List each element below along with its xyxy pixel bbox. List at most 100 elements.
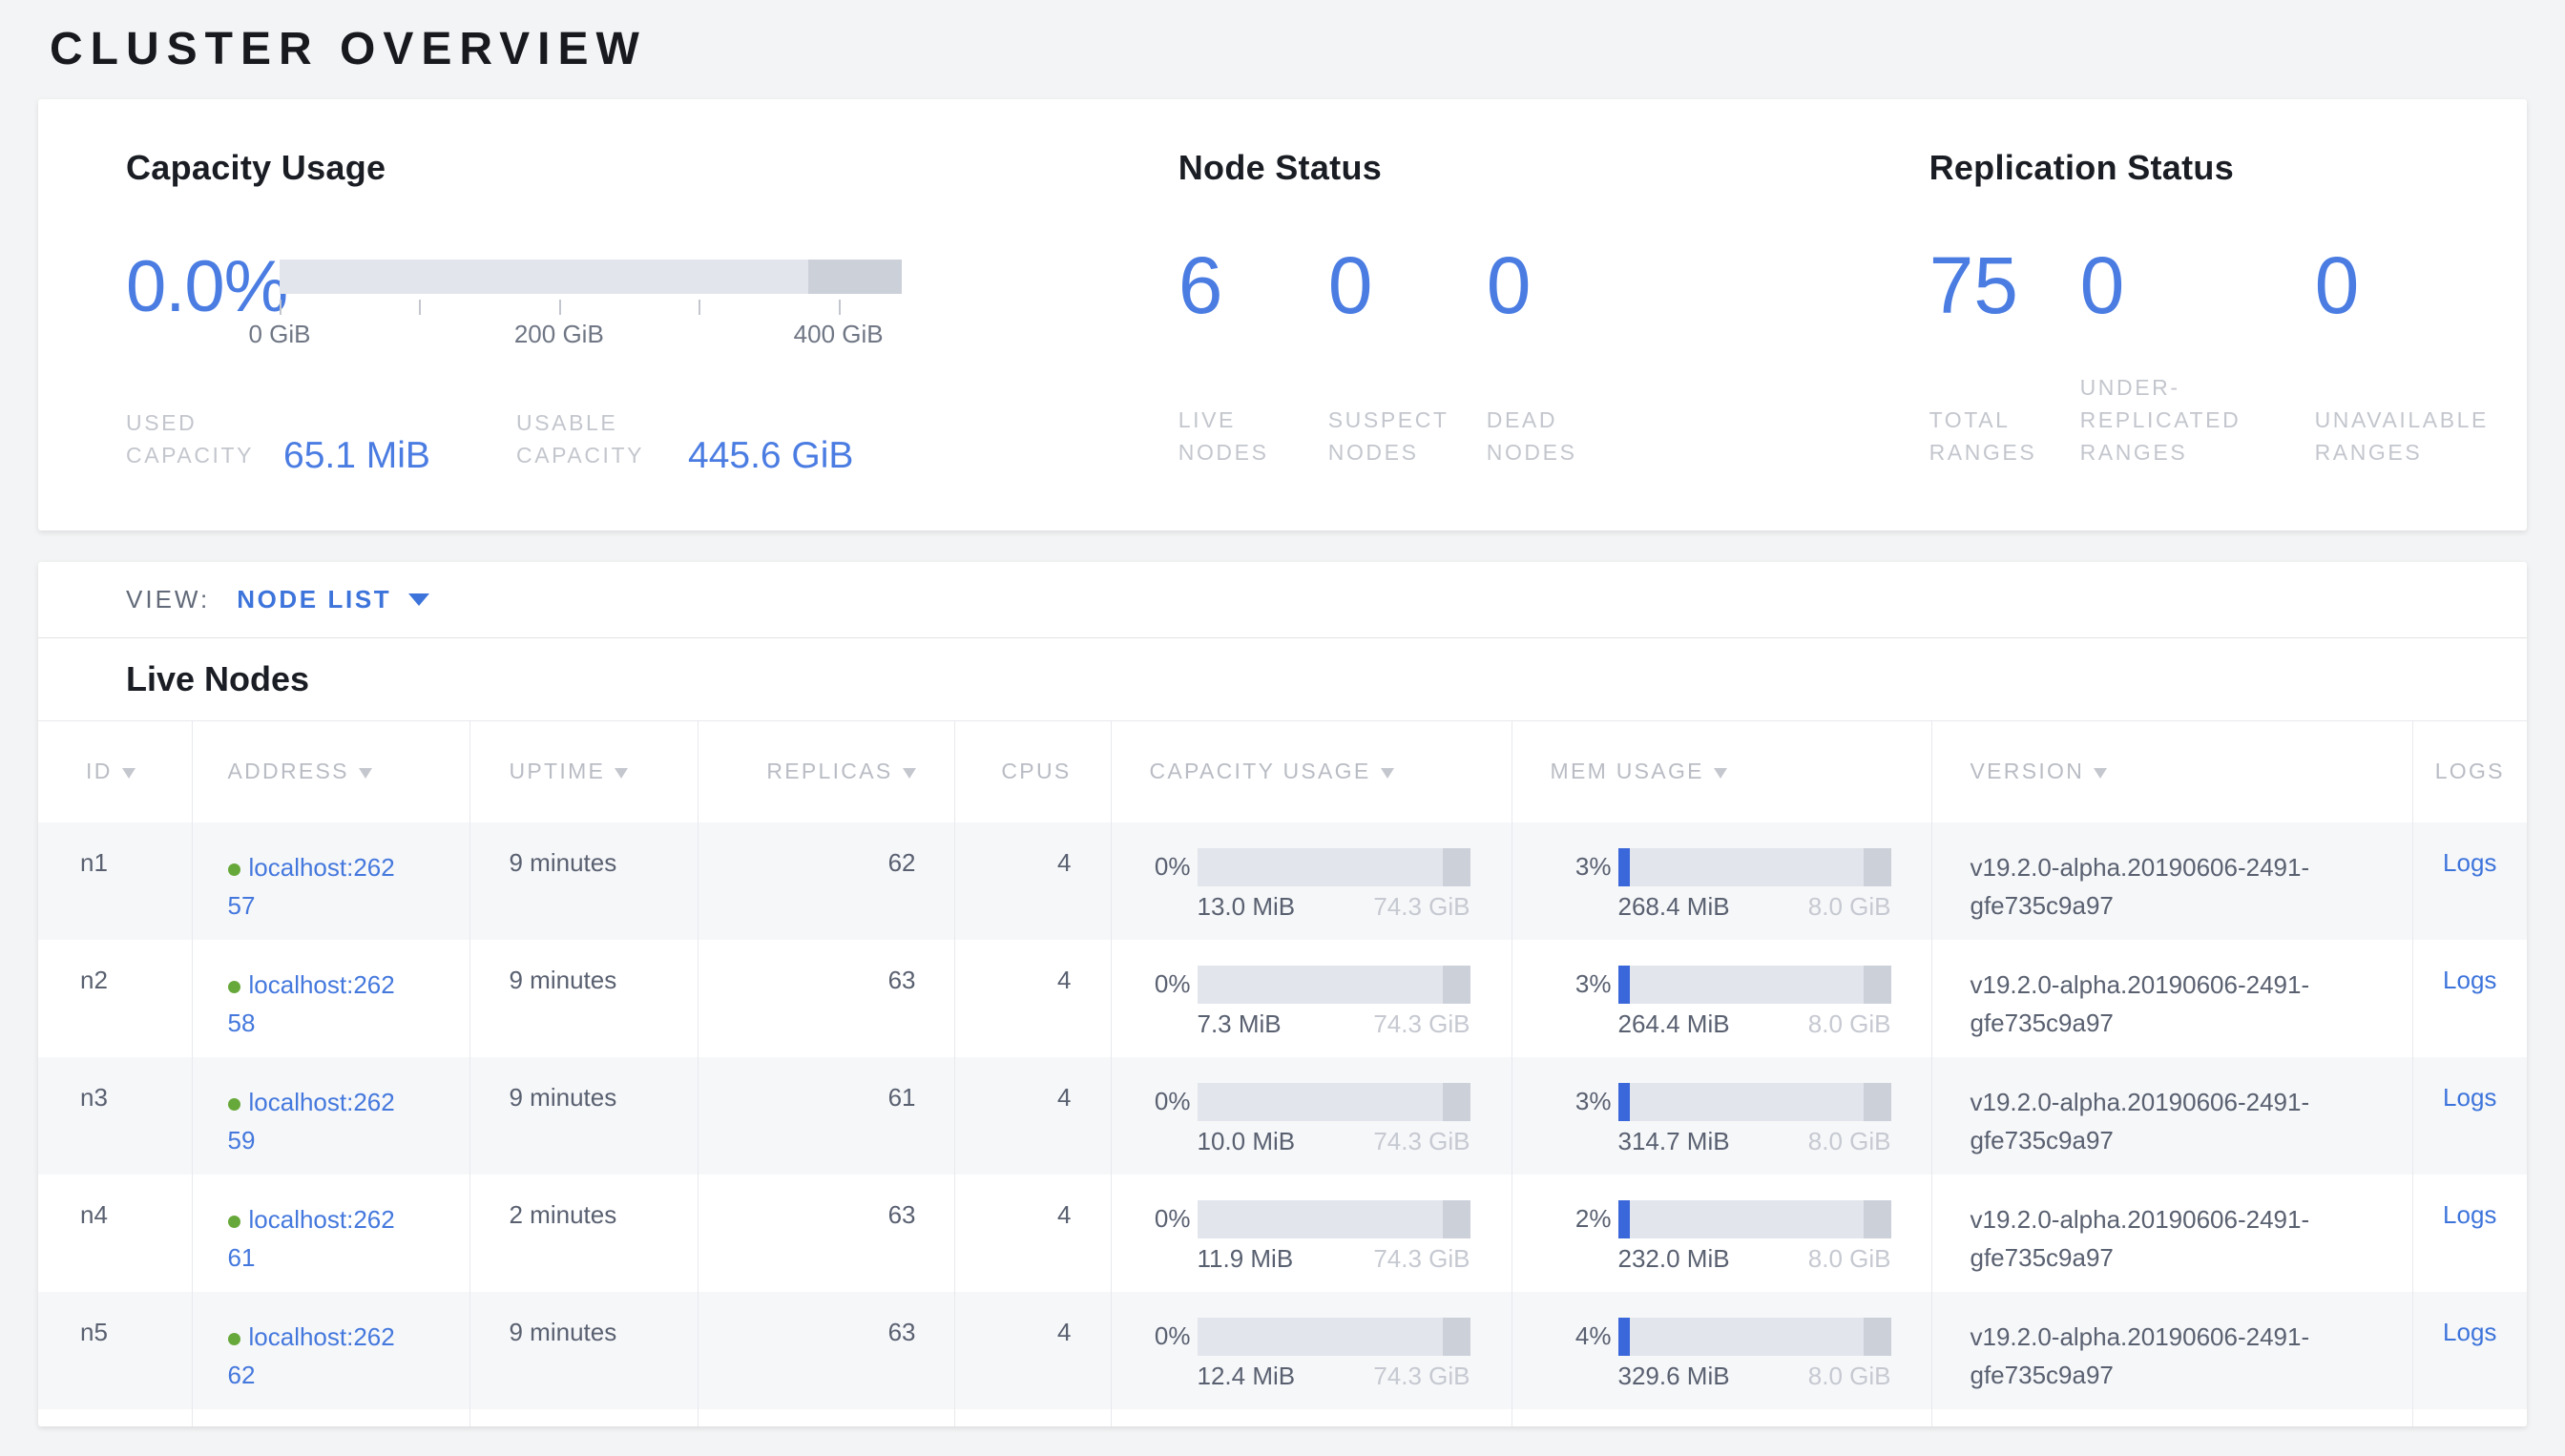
cpus-cell: 4 — [954, 1057, 1111, 1175]
column-header-uptime[interactable]: UPTIME — [469, 721, 698, 822]
capacity-total-value: 74.3 GiB — [1373, 892, 1470, 922]
capacity-total-value: 74.3 GiB — [1373, 1127, 1470, 1156]
replicas-cell: 63 — [698, 940, 954, 1057]
column-header-version[interactable]: VERSION — [1931, 721, 2412, 822]
logs-link[interactable]: Logs — [2443, 1318, 2496, 1346]
usable-capacity-stat: USABLE CAPACITY 445.6 GiB — [516, 406, 853, 471]
table-row: n3 localhost:26259 9 minutes 61 4 0% 10.… — [38, 1057, 2527, 1175]
mem-usage-cell: 3% 268.4 MiB 8.0 GiB — [1512, 822, 1931, 940]
capacity-bar-end-segment — [808, 260, 902, 294]
version-cell: v19.2.0-alpha.20190606-2491-gfe735c9a97 — [1931, 822, 2412, 940]
capacity-total-value: 74.3 GiB — [1373, 1009, 1470, 1039]
node-id-cell: n4 — [38, 1175, 192, 1292]
table-row: n5 localhost:26262 9 minutes 63 4 0% 12.… — [38, 1292, 2527, 1409]
logs-cell: Logs — [2412, 1292, 2527, 1409]
mem-usage-cell: 4% 329.6 MiB 8.0 GiB — [1512, 1292, 1931, 1409]
mem-bar — [1618, 848, 1891, 886]
replication-status-section: Replication Status 75 TOTAL RANGES 0 UND… — [1929, 147, 2489, 530]
capacity-usage-heading: Capacity Usage — [126, 147, 1178, 189]
mem-bar-end-segment — [1864, 848, 1891, 886]
node-address-link[interactable]: localhost:26258 — [228, 966, 402, 1042]
view-bar: VIEW: NODE LIST — [38, 562, 2527, 638]
capacity-axis-ticks — [280, 300, 902, 315]
table-row: n4 localhost:26261 2 minutes 63 4 0% 11.… — [38, 1175, 2527, 1292]
used-capacity-label: USED CAPACITY — [126, 406, 283, 471]
total-ranges-label: TOTAL RANGES — [1929, 404, 2080, 468]
capacity-bar — [1198, 1200, 1470, 1238]
live-nodes-heading: Live Nodes — [38, 638, 2527, 720]
node-address-cell: localhost:26258 — [192, 940, 469, 1057]
live-status-dot-icon — [228, 1216, 240, 1228]
unavailable-ranges-label: UNAVAILABLE RANGES — [2315, 404, 2489, 468]
mem-bar-fill — [1618, 1083, 1630, 1121]
node-address-link[interactable]: localhost:26257 — [228, 848, 402, 925]
replicas-cell: 63 — [698, 1292, 954, 1409]
sort-caret-icon — [615, 768, 628, 779]
node-id-cell: n1 — [38, 822, 192, 940]
capacity-bar — [1198, 1318, 1470, 1356]
table-row-partial — [38, 1409, 2527, 1427]
logs-link[interactable]: Logs — [2443, 848, 2496, 877]
node-id-cell: n3 — [38, 1057, 192, 1175]
node-address-link[interactable]: localhost:26259 — [228, 1083, 402, 1159]
suspect-nodes-label: SUSPECT NODES — [1328, 404, 1487, 468]
under-replicated-label: UNDER- REPLICATED RANGES — [2080, 371, 2315, 468]
capacity-usage-cell: 0% 12.4 MiB 74.3 GiB — [1111, 1292, 1512, 1409]
column-header-replicas[interactable]: REPLICAS — [698, 721, 954, 822]
version-cell: v19.2.0-alpha.20190606-2491-gfe735c9a97 — [1931, 1292, 2412, 1409]
replicas-cell: 62 — [698, 822, 954, 940]
node-address-link[interactable]: localhost:26262 — [228, 1318, 402, 1394]
capacity-percent-label: 0% — [1150, 852, 1191, 882]
capacity-bar-end-segment — [1443, 966, 1470, 1004]
column-header-mem-usage[interactable]: MEM USAGE — [1512, 721, 1931, 822]
logs-link[interactable]: Logs — [2443, 1200, 2496, 1229]
node-address-cell: localhost:26261 — [192, 1175, 469, 1292]
version-cell: v19.2.0-alpha.20190606-2491-gfe735c9a97 — [1931, 1175, 2412, 1292]
capacity-gauge-bar: 0 GiB 200 GiB 400 GiB — [280, 254, 902, 351]
node-address-link[interactable]: localhost:26261 — [228, 1200, 402, 1277]
mem-bar-fill — [1618, 966, 1630, 1004]
capacity-bar-end-segment — [1443, 1318, 1470, 1356]
replication-status-heading: Replication Status — [1929, 147, 2489, 189]
mem-total-value: 8.0 GiB — [1808, 1009, 1891, 1039]
logs-link[interactable]: Logs — [2443, 966, 2496, 994]
capacity-bar-end-segment — [1443, 1200, 1470, 1238]
mem-bar-end-segment — [1864, 1200, 1891, 1238]
capacity-total-value: 74.3 GiB — [1373, 1244, 1470, 1274]
total-ranges-count: 75 — [1929, 248, 2080, 322]
sort-caret-icon — [1714, 768, 1727, 779]
uptime-cell: 9 minutes — [469, 822, 698, 940]
capacity-percent-label: 0% — [1150, 1087, 1191, 1116]
node-id-cell: n5 — [38, 1292, 192, 1409]
mem-used-value: 314.7 MiB — [1618, 1127, 1730, 1156]
mem-bar-fill — [1618, 848, 1630, 886]
mem-used-value: 264.4 MiB — [1618, 1009, 1730, 1039]
node-list-card: VIEW: NODE LIST Live Nodes ID ADDRESS UP… — [38, 562, 2527, 1426]
live-status-dot-icon — [228, 1333, 240, 1345]
cpus-cell: 4 — [954, 822, 1111, 940]
column-header-address[interactable]: ADDRESS — [192, 721, 469, 822]
capacity-usage-cell: 0% 11.9 MiB 74.3 GiB — [1111, 1175, 1512, 1292]
cluster-summary-card: Capacity Usage 0.0% 0 GiB 200 GiB 400 Gi… — [38, 99, 2527, 530]
node-address-cell: localhost:26262 — [192, 1292, 469, 1409]
node-address-cell: localhost:26257 — [192, 822, 469, 940]
replicas-cell: 61 — [698, 1057, 954, 1175]
unavailable-ranges-count: 0 — [2315, 248, 2489, 322]
live-status-dot-icon — [228, 1098, 240, 1111]
suspect-nodes-stat: 0 SUSPECT NODES — [1328, 254, 1487, 468]
cpus-cell: 4 — [954, 1175, 1111, 1292]
chevron-down-icon — [408, 593, 429, 606]
column-header-capacity-usage[interactable]: CAPACITY USAGE — [1111, 721, 1512, 822]
column-header-id[interactable]: ID — [38, 721, 192, 822]
mem-percent-label: 2% — [1551, 1204, 1612, 1234]
capacity-percent-label: 0% — [1150, 1204, 1191, 1234]
unavailable-ranges-stat: 0 UNAVAILABLE RANGES — [2315, 254, 2489, 468]
capacity-used-value: 7.3 MiB — [1198, 1009, 1282, 1039]
capacity-used-value: 12.4 MiB — [1198, 1362, 1296, 1391]
view-label: VIEW: — [126, 585, 210, 614]
under-replicated-ranges-stat: 0 UNDER- REPLICATED RANGES — [2080, 254, 2315, 468]
mem-used-value: 268.4 MiB — [1618, 892, 1730, 922]
logs-link[interactable]: Logs — [2443, 1083, 2496, 1112]
capacity-percent-label: 0% — [1150, 1321, 1191, 1351]
view-selector-dropdown[interactable]: NODE LIST — [237, 585, 429, 614]
